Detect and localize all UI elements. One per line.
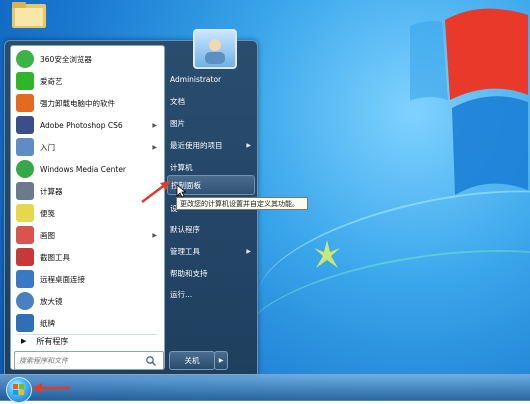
right-item-label: 计算机 <box>170 162 193 172</box>
program-label: 截图工具 <box>40 252 70 262</box>
submenu-arrow-icon: ▶ <box>152 231 157 239</box>
right-item-documents[interactable]: 文档 <box>167 91 255 111</box>
right-item-admin-tools[interactable]: 管理工具 ▶ <box>167 241 255 261</box>
search-icon[interactable] <box>145 355 157 367</box>
program-label: 360安全浏览器 <box>40 54 92 64</box>
program-label: Windows Media Center <box>40 164 127 174</box>
windows-start-icon <box>13 384 24 395</box>
uninstall-icon <box>16 94 34 112</box>
program-item-sticky-notes[interactable]: 便笺 <box>13 202 161 224</box>
right-item-label: 管理工具 <box>170 246 200 256</box>
paint-icon <box>16 226 34 244</box>
windows-logo-icon <box>410 8 528 195</box>
search-input[interactable] <box>15 355 145 366</box>
program-item-magnifier[interactable]: 放大镜 <box>13 290 161 312</box>
program-label: 计算器 <box>40 186 63 196</box>
program-item-getting-started[interactable]: 入门 ▶ <box>13 136 161 158</box>
programs-pane: 360安全浏览器 爱奇艺 强力卸载电脑中的软件 Adobe Photoshop … <box>10 45 165 370</box>
all-programs-label: 所有程序 <box>36 336 69 346</box>
mouse-cursor-icon <box>176 184 186 198</box>
submenu-arrow-icon: ▶ <box>246 247 251 255</box>
sticky-notes-icon <box>16 204 34 222</box>
program-item-uninstall[interactable]: 强力卸载电脑中的软件 <box>13 92 161 114</box>
shutdown-options-button[interactable]: ▶ <box>214 351 228 370</box>
triangle-right-icon: ▶ <box>21 337 27 345</box>
start-button[interactable] <box>6 377 32 403</box>
right-item-administrator[interactable]: Administrator <box>167 69 255 89</box>
program-item-remote-desktop[interactable]: 远程桌面连接 <box>13 268 161 290</box>
magnifier-icon <box>16 292 34 310</box>
iqiyi-icon <box>16 72 34 90</box>
right-item-label: 帮助和支持 <box>170 268 208 278</box>
program-item-iqiyi[interactable]: 爱奇艺 <box>13 70 161 92</box>
right-item-label: 图片 <box>170 118 185 128</box>
program-item-media-center[interactable]: Windows Media Center <box>13 158 161 180</box>
search-box[interactable] <box>14 351 164 370</box>
program-label: Adobe Photoshop CS6 <box>40 120 123 130</box>
program-label: 远程桌面连接 <box>40 274 85 284</box>
right-item-computer[interactable]: 计算机 <box>167 157 255 177</box>
solitaire-icon <box>16 314 34 332</box>
folder-icon[interactable] <box>10 0 48 30</box>
program-label: 放大镜 <box>40 296 63 306</box>
program-label: 画图 <box>40 230 55 240</box>
media-center-icon <box>16 160 34 178</box>
submenu-arrow-icon: ▶ <box>246 141 251 149</box>
right-item-label: 最近使用的项目 <box>170 140 223 150</box>
program-item-photoshop[interactable]: Adobe Photoshop CS6 ▶ <box>13 114 161 136</box>
program-label: 爱奇艺 <box>40 76 63 86</box>
program-item-snipping-tool[interactable]: 截图工具 <box>13 246 161 268</box>
shutdown-label: 关机 <box>184 356 200 365</box>
program-label: 纸牌 <box>40 318 55 328</box>
program-item-calculator[interactable]: 计算器 <box>13 180 161 202</box>
right-item-run[interactable]: 运行... <box>167 284 255 304</box>
photoshop-icon <box>16 116 34 134</box>
program-label: 便笺 <box>40 208 55 218</box>
snipping-tool-icon <box>16 248 34 266</box>
right-item-default-programs[interactable]: 默认程序 <box>167 219 255 239</box>
right-item-label: 默认程序 <box>170 224 200 234</box>
program-item-360-browser[interactable]: 360安全浏览器 <box>13 48 161 70</box>
control-panel-tooltip: 更改您的计算机设置并自定义其功能。 <box>176 197 308 210</box>
right-item-label: 运行... <box>170 289 193 299</box>
right-item-label: Administrator <box>170 74 222 84</box>
submenu-arrow-icon: ▶ <box>152 121 157 129</box>
all-programs-button[interactable]: ▶ 所有程序 <box>13 333 161 349</box>
getting-started-icon <box>16 138 34 156</box>
submenu-arrow-icon: ▶ <box>152 143 157 151</box>
leaf-decoration-icon <box>314 240 340 268</box>
taskbar <box>0 374 530 403</box>
shutdown-button[interactable]: 关机 <box>169 351 215 370</box>
program-label: 入门 <box>40 142 55 152</box>
red-annotation-arrow-icon <box>141 181 170 203</box>
right-item-recent-items[interactable]: 最近使用的项目 ▶ <box>167 135 255 155</box>
program-item-solitaire[interactable]: 纸牌 <box>13 312 161 334</box>
360-browser-icon <box>16 50 34 68</box>
calculator-icon <box>16 182 34 200</box>
program-label: 强力卸载电脑中的软件 <box>40 98 115 108</box>
right-item-label: 文档 <box>170 96 185 106</box>
right-item-pictures[interactable]: 图片 <box>167 113 255 133</box>
tooltip-text: 更改您的计算机设置并自定义其功能。 <box>180 199 299 208</box>
red-annotation-arrow-icon <box>32 383 70 393</box>
remote-desktop-icon <box>16 270 34 288</box>
user-picture[interactable] <box>193 29 237 69</box>
user-avatar-icon <box>205 39 225 64</box>
program-item-paint[interactable]: 画图 ▶ <box>13 224 161 246</box>
right-item-help-support[interactable]: 帮助和支持 <box>167 263 255 283</box>
